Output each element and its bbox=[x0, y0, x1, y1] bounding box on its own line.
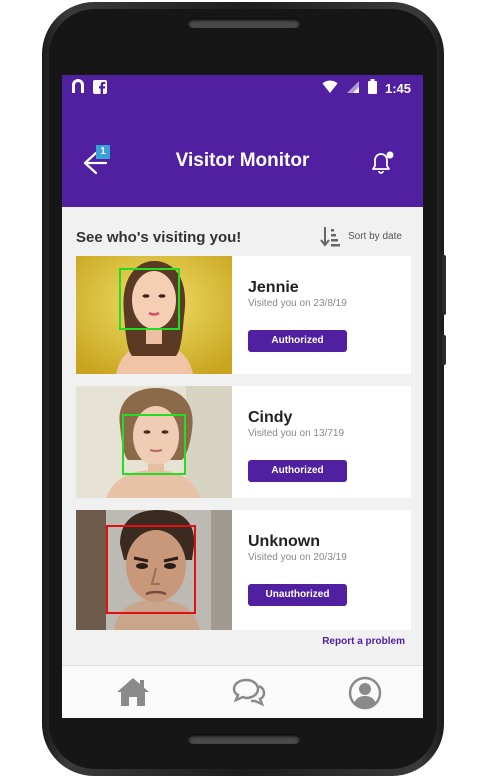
status-badge-authorized[interactable]: Authorized bbox=[248, 460, 347, 482]
visitor-photo bbox=[76, 510, 232, 630]
visitor-card[interactable]: Cindy Visited you on 13/719 Authorized bbox=[76, 386, 411, 498]
top-speaker bbox=[188, 18, 300, 28]
status-badge-unauthorized[interactable]: Unauthorized bbox=[248, 584, 347, 606]
visit-date: Visited you on 23/8/19 bbox=[248, 298, 347, 309]
notifications-button[interactable] bbox=[368, 147, 396, 177]
nav-chat[interactable] bbox=[232, 676, 266, 710]
visitor-photo bbox=[76, 386, 232, 498]
volume-button bbox=[442, 335, 446, 365]
bottom-speaker bbox=[188, 734, 300, 744]
home-icon bbox=[117, 678, 149, 706]
visitor-card[interactable]: Jennie Visited you on 23/8/19 Authorized bbox=[76, 256, 411, 374]
signal-icon bbox=[346, 80, 360, 97]
app-bar: 1 Visitor Monitor bbox=[62, 103, 423, 207]
power-button bbox=[442, 255, 446, 315]
visitor-name: Unknown bbox=[248, 533, 320, 550]
battery-icon bbox=[367, 79, 377, 97]
chat-icon bbox=[232, 678, 266, 707]
visitor-list-section: See who's visiting you! Sort by date Jen… bbox=[62, 207, 423, 665]
visitor-card[interactable]: Unknown Visited you on 20/3/19 Unauthori… bbox=[76, 510, 411, 630]
nav-home[interactable] bbox=[116, 676, 150, 710]
clock: 1:45 bbox=[384, 80, 411, 96]
n-app-icon bbox=[70, 79, 86, 100]
section-heading: See who's visiting you! bbox=[76, 229, 242, 246]
sort-icon bbox=[320, 227, 340, 247]
sort-label: Sort by date bbox=[348, 230, 402, 242]
bell-icon bbox=[372, 151, 394, 174]
app-screen: 1:45 1 Visitor Monitor See who's visitin… bbox=[62, 75, 423, 718]
status-bar: 1:45 bbox=[62, 75, 423, 103]
status-badge-authorized[interactable]: Authorized bbox=[248, 330, 347, 352]
facebook-icon bbox=[92, 79, 108, 100]
visit-date: Visited you on 13/719 bbox=[248, 428, 345, 439]
report-problem-link[interactable]: Report a problem bbox=[322, 636, 405, 647]
nav-profile[interactable] bbox=[348, 676, 382, 710]
profile-icon bbox=[348, 676, 382, 710]
visitor-name: Jennie bbox=[248, 279, 299, 296]
sort-by-date-button[interactable]: Sort by date bbox=[320, 225, 402, 247]
bottom-nav bbox=[62, 665, 423, 718]
visitor-photo bbox=[76, 256, 232, 374]
wifi-icon bbox=[322, 80, 338, 97]
visitor-name: Cindy bbox=[248, 409, 293, 426]
visit-date: Visited you on 20/3/19 bbox=[248, 552, 347, 563]
